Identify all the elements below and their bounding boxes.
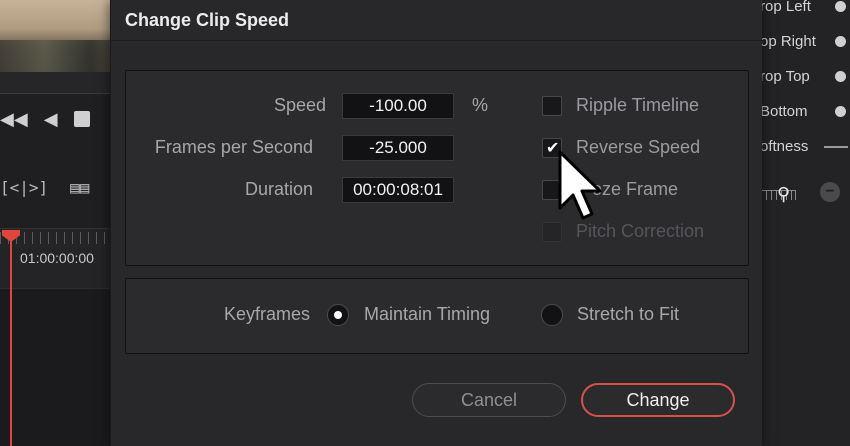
- inspector-row-softness: oftness: [760, 138, 850, 155]
- keyframes-label: Keyframes: [224, 304, 311, 324]
- zoom-search-icon[interactable]: ⚲: [777, 184, 790, 205]
- timeline-track-area[interactable]: [0, 288, 112, 446]
- keyframe-dot-icon[interactable]: [835, 36, 846, 47]
- keyframe-dot-icon[interactable]: [835, 71, 846, 82]
- dialog-title: Change Clip Speed: [125, 10, 290, 30]
- step-back-icon[interactable]: ◀: [44, 110, 58, 128]
- ripple-timeline-checkbox[interactable]: [542, 95, 562, 116]
- pitch-correction-label: Pitch Correction: [576, 221, 705, 241]
- title-divider: [111, 40, 763, 41]
- timeline-timecode: 01:00:00:00: [20, 250, 94, 266]
- maintain-timing-label[interactable]: Maintain Timing: [364, 304, 490, 325]
- softness-slider[interactable]: [824, 145, 848, 148]
- keyframe-dot-icon[interactable]: [835, 106, 846, 117]
- ripple-timeline-label: Ripple Timeline: [576, 95, 700, 115]
- mouse-pointer-icon: [558, 150, 602, 220]
- app-window: ◀◀ ◀ [<|>] ▤▤ 01:00:00:00 rop Left op Ri…: [0, 0, 850, 446]
- option-pitch-correction: Pitch Correction: [542, 221, 704, 242]
- timeline-tools: [<|>] ▤▤: [0, 178, 89, 197]
- speed-settings-group: Speed -100.00 % Frames per Second -25.00…: [125, 70, 749, 266]
- inspector-label: rop Top: [760, 68, 810, 85]
- trim-edit-icon[interactable]: [<|>]: [0, 178, 48, 197]
- change-clip-speed-dialog: Change Clip Speed Speed -100.00 % Frames…: [110, 0, 763, 446]
- change-button[interactable]: Change: [581, 383, 735, 417]
- speed-input[interactable]: -100.00: [342, 93, 454, 119]
- inspector-panel: [750, 0, 850, 446]
- inspector-row-crop-top: rop Top: [760, 68, 850, 85]
- maintain-timing-radio[interactable]: [327, 304, 349, 326]
- inspector-row-crop-right: op Right: [760, 33, 850, 50]
- inspector-row-crop-left: rop Left: [760, 0, 850, 15]
- stop-icon[interactable]: [73, 111, 90, 127]
- stretch-to-fit-radio[interactable]: [541, 304, 563, 326]
- inspector-row-crop-bottom: Bottom: [760, 103, 850, 120]
- keyframes-group: Keyframes Maintain Timing Stretch to Fit: [125, 278, 749, 354]
- zoom-out-button[interactable]: −: [820, 182, 840, 202]
- blade-icon[interactable]: ▤▤: [70, 178, 89, 197]
- keyframe-dot-icon[interactable]: [835, 1, 846, 12]
- transport-controls: ◀◀ ◀: [0, 110, 90, 128]
- inspector-label: op Right: [760, 33, 816, 50]
- percent-unit: %: [472, 95, 489, 115]
- speed-label: Speed: [273, 95, 326, 115]
- stretch-to-fit-label[interactable]: Stretch to Fit: [577, 304, 679, 325]
- duration-label: Duration: [244, 179, 313, 199]
- cancel-button[interactable]: Cancel: [412, 383, 566, 417]
- inspector-label: rop Left: [760, 0, 811, 15]
- rewind-icon[interactable]: ◀◀: [0, 110, 28, 128]
- playhead-line[interactable]: [10, 238, 12, 446]
- freeze-frame-label: eze Frame: [592, 179, 679, 199]
- inspector-label: Bottom: [760, 103, 808, 120]
- viewer-scrub-bar[interactable]: [0, 72, 112, 94]
- duration-input[interactable]: 00:00:08:01: [342, 177, 454, 203]
- fps-input[interactable]: -25.000: [342, 135, 454, 161]
- viewer-image-strip: [0, 40, 112, 72]
- fps-label: Frames per Second: [154, 137, 313, 157]
- option-ripple-timeline[interactable]: Ripple Timeline: [542, 95, 699, 116]
- inspector-label: oftness: [760, 138, 809, 155]
- pitch-correction-checkbox: [542, 221, 562, 242]
